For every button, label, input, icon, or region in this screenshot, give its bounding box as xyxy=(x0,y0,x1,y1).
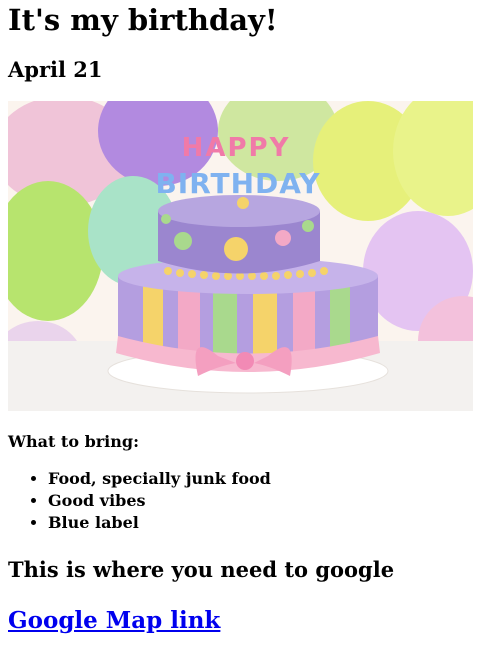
location-heading: This is where you need to google xyxy=(8,557,395,582)
birthday-cake-image: HAPPY BIRTHDAY xyxy=(8,101,473,411)
date-heading: April 21 xyxy=(8,57,103,82)
what-to-bring-heading: What to bring: xyxy=(8,432,139,451)
page-title: It's my birthday! xyxy=(8,3,278,37)
cake-dot xyxy=(275,230,291,246)
birthday-cake-illustration: HAPPY BIRTHDAY xyxy=(8,101,473,411)
list-item: Good vibes xyxy=(48,490,492,512)
cake-dot xyxy=(161,214,171,224)
list-item: Food, specially junk food xyxy=(48,468,492,490)
google-map-link[interactable]: Google Map link xyxy=(8,606,220,636)
bring-list: Food, specially junk food Good vibes Blu… xyxy=(8,468,492,534)
cake-dot xyxy=(224,237,248,261)
cake-stripe xyxy=(293,281,315,361)
cake-dot xyxy=(302,220,314,232)
list-item: Blue label xyxy=(48,512,492,534)
candle-text-birthday: BIRTHDAY xyxy=(155,167,320,200)
cake-stripe xyxy=(330,279,350,354)
ribbon-knot xyxy=(236,352,254,370)
candle-text-happy: HAPPY xyxy=(182,133,291,163)
cake-dot xyxy=(174,232,192,250)
page: It's my birthday! April 21 HAPPY BIRTHDA… xyxy=(0,0,500,661)
